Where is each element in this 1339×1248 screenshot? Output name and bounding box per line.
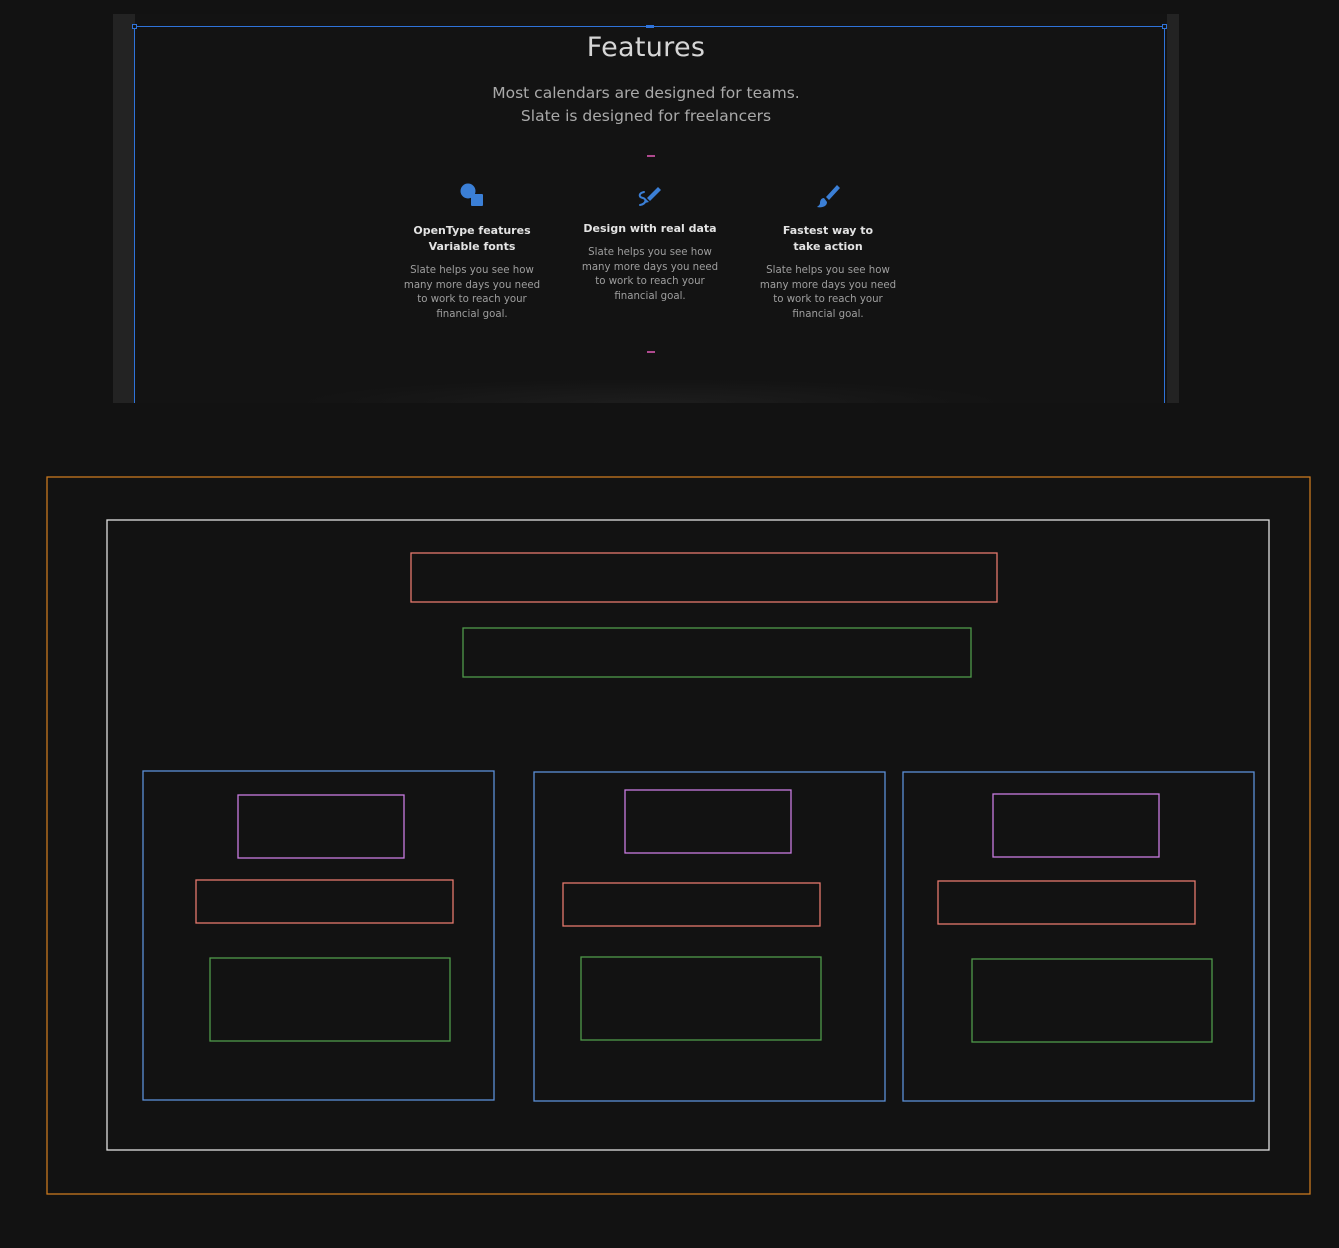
feature-title: Fastest way to take action — [782, 224, 874, 253]
wireframe-title-block — [410, 552, 998, 603]
wireframe-subtitle-block — [462, 627, 972, 678]
feature-description: Slate helps you see how many more days y… — [759, 265, 897, 320]
wireframe-outer-frame — [46, 476, 1311, 1195]
features-subtitle: Most calendars are designed for teams. S… — [113, 82, 1179, 128]
wireframe-card-2-icon — [624, 789, 792, 854]
wireframe-card-1-text — [209, 957, 451, 1042]
wireframe-card-2-text — [580, 956, 822, 1041]
wireframe-card-1 — [142, 770, 495, 1101]
wireframe-card-2-title — [562, 882, 821, 927]
wireframe-card-3 — [902, 771, 1255, 1102]
feature-title: Design with real data — [583, 222, 717, 235]
feature-card-real-data: Design with real data Slate helps you se… — [580, 180, 720, 304]
feature-description: Slate helps you see how many more days y… — [403, 265, 541, 320]
wireframe-card-3-title — [937, 880, 1196, 925]
wireframe-section-frame — [106, 519, 1270, 1151]
resize-handle-top-middle[interactable] — [645, 25, 654, 28]
divider-dash-top — [647, 155, 655, 157]
preview-right-gutter — [1167, 14, 1179, 403]
wireframe-card-3-icon — [992, 793, 1160, 858]
design-preview[interactable]: Features Most calendars are designed for… — [113, 14, 1179, 403]
feature-title: OpenType features Variable fonts — [413, 224, 531, 253]
wireframe-card-3-text — [971, 958, 1213, 1043]
divider-dash-bottom — [647, 351, 655, 353]
resize-handle-top-left[interactable] — [132, 24, 137, 29]
features-subtitle-line2: Slate is designed for freelancers — [520, 107, 772, 125]
resize-handle-top-right[interactable] — [1162, 24, 1167, 29]
brush-icon — [817, 185, 840, 208]
shapes-icon — [460, 183, 483, 206]
pen-icon — [638, 187, 661, 206]
preview-left-gutter — [113, 14, 135, 403]
feature-description: Slate helps you see how many more days y… — [581, 247, 719, 302]
wireframe-card-2 — [533, 771, 886, 1102]
wireframe-card-1-icon — [237, 794, 405, 859]
canvas: Features Most calendars are designed for… — [0, 0, 1339, 1248]
bottom-shade — [293, 379, 1009, 403]
wireframe-card-1-title — [195, 879, 454, 924]
feature-card-opentype: OpenType features Variable fonts Slate h… — [402, 180, 542, 322]
features-subtitle-line1: Most calendars are designed for teams. — [492, 84, 800, 102]
features-title: Features — [586, 32, 706, 63]
feature-card-take-action: Fastest way to take action Slate helps y… — [758, 180, 898, 322]
